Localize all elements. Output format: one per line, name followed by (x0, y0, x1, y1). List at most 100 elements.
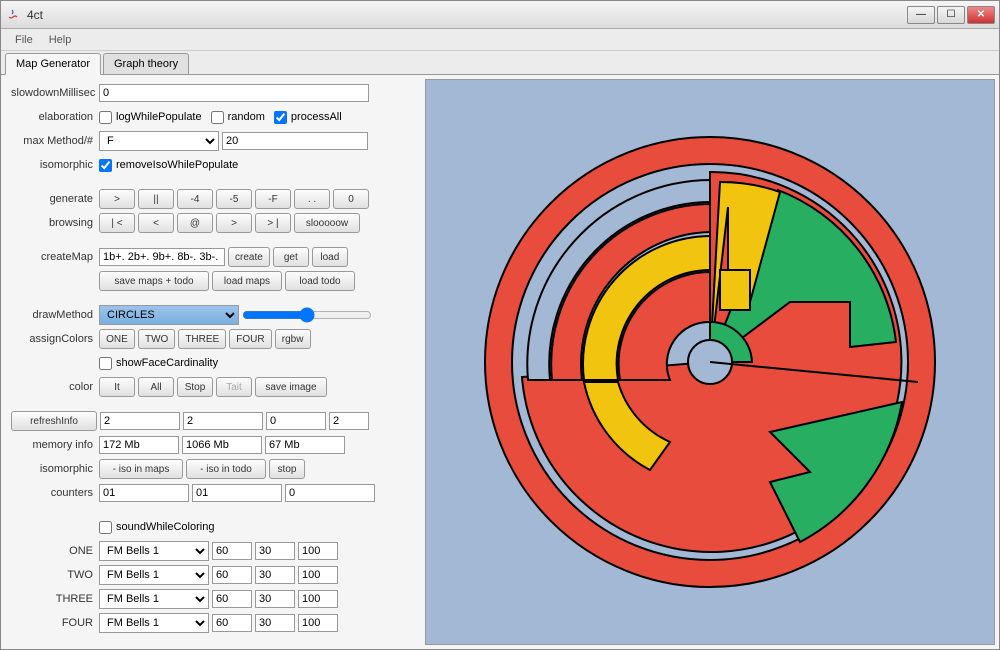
sound-four-v2[interactable] (255, 614, 295, 632)
sound-one-v1[interactable] (212, 542, 252, 560)
java-icon (5, 7, 21, 23)
left-panel: slowdownMillisec elaboration logWhilePop… (1, 75, 421, 649)
cb-random[interactable] (211, 111, 224, 124)
load-button[interactable]: load (312, 247, 348, 267)
cb-processall[interactable] (274, 111, 287, 124)
cb-soundwhile[interactable] (99, 521, 112, 534)
color-three-button[interactable]: THREE (178, 329, 226, 349)
iso-todo-button[interactable]: - iso in todo (186, 459, 266, 479)
color-four-button[interactable]: FOUR (229, 329, 271, 349)
label-counters: counters (11, 487, 99, 499)
browse-at-button[interactable]: @ (177, 213, 213, 233)
sound-four-v3[interactable] (298, 614, 338, 632)
sound-label-three: THREE (11, 593, 99, 605)
gen-m5-button[interactable]: -5 (216, 189, 252, 209)
close-button[interactable]: ✕ (967, 6, 995, 24)
menubar: File Help (1, 29, 999, 51)
color-two-button[interactable]: TWO (138, 329, 175, 349)
tab-strip: Map Generator Graph theory (1, 51, 999, 75)
get-button[interactable]: get (273, 247, 309, 267)
create-button[interactable]: create (228, 247, 270, 267)
iso-maps-button[interactable]: - iso in maps (99, 459, 183, 479)
sound-one-select[interactable]: FM Bells 1 (99, 541, 209, 561)
createmap-input[interactable] (99, 248, 225, 266)
tait-button[interactable]: Tait (216, 377, 252, 397)
label-createmap: createMap (11, 251, 99, 263)
refreshinfo-button[interactable]: refreshInfo (11, 411, 97, 431)
drawmethod-slider[interactable] (242, 307, 372, 323)
sound-three-v2[interactable] (255, 590, 295, 608)
sound-two-select[interactable]: FM Bells 1 (99, 565, 209, 585)
save-image-button[interactable]: save image (255, 377, 327, 397)
mem-3[interactable] (265, 436, 345, 454)
slowdown-input[interactable] (99, 84, 369, 102)
color-one-button[interactable]: ONE (99, 329, 135, 349)
rgbw-button[interactable]: rgbw (275, 329, 311, 349)
it-button[interactable]: It (99, 377, 135, 397)
label-maxmethod: max Method/# (11, 135, 99, 147)
sound-one-v3[interactable] (298, 542, 338, 560)
drawmethod-select[interactable]: CIRCLES (99, 305, 239, 325)
window-title: 4ct (27, 8, 907, 22)
maxmethod-num[interactable] (222, 132, 368, 150)
browse-first-button[interactable]: | < (99, 213, 135, 233)
all-button[interactable]: All (138, 377, 174, 397)
browse-next-button[interactable]: > (216, 213, 252, 233)
gen-dot-button[interactable]: . . (294, 189, 330, 209)
browse-slow-button[interactable]: slooooow (294, 213, 360, 233)
sound-four-select[interactable]: FM Bells 1 (99, 613, 209, 633)
tab-map-generator[interactable]: Map Generator (5, 53, 101, 75)
gen-0-button[interactable]: 0 (333, 189, 369, 209)
label-slowdown: slowdownMillisec (11, 87, 99, 99)
sound-two-v2[interactable] (255, 566, 295, 584)
stop-button[interactable]: Stop (177, 377, 213, 397)
refresh-f1[interactable] (100, 412, 180, 430)
sound-label-four: FOUR (11, 617, 99, 629)
menu-help[interactable]: Help (41, 32, 80, 48)
mem-1[interactable] (99, 436, 179, 454)
browse-prev-button[interactable]: < (138, 213, 174, 233)
save-maps-button[interactable]: save maps + todo (99, 271, 209, 291)
gen-gt-button[interactable]: > (99, 189, 135, 209)
label-generate: generate (11, 193, 99, 205)
sound-label-two: TWO (11, 569, 99, 581)
iso-stop-button[interactable]: stop (269, 459, 305, 479)
load-todo-button[interactable]: load todo (285, 271, 355, 291)
gen-m4-button[interactable]: -4 (177, 189, 213, 209)
maximize-button[interactable]: ☐ (937, 6, 965, 24)
label-browsing: browsing (11, 217, 99, 229)
refresh-f3[interactable] (266, 412, 326, 430)
load-maps-button[interactable]: load maps (212, 271, 282, 291)
sound-three-v3[interactable] (298, 590, 338, 608)
cb-showfacecard[interactable] (99, 357, 112, 370)
tab-graph-theory[interactable]: Graph theory (103, 53, 189, 74)
refresh-f2[interactable] (183, 412, 263, 430)
label-elaboration: elaboration (11, 111, 99, 123)
cb-logwhilepopulate[interactable] (99, 111, 112, 124)
sound-four-v1[interactable] (212, 614, 252, 632)
label-memory: memory info (11, 439, 99, 451)
minimize-button[interactable]: — (907, 6, 935, 24)
sound-two-v3[interactable] (298, 566, 338, 584)
gen-pause-button[interactable]: || (138, 189, 174, 209)
mem-2[interactable] (182, 436, 262, 454)
refresh-f4[interactable] (329, 412, 369, 430)
label-color: color (11, 381, 99, 393)
cnt-1[interactable] (99, 484, 189, 502)
sound-one-v2[interactable] (255, 542, 295, 560)
sound-three-select[interactable]: FM Bells 1 (99, 589, 209, 609)
cnt-2[interactable] (192, 484, 282, 502)
gen-mf-button[interactable]: -F (255, 189, 291, 209)
cb-removeiso[interactable] (99, 159, 112, 172)
label-isomorphic2: isomorphic (11, 463, 99, 475)
cnt-3[interactable] (285, 484, 375, 502)
maxmethod-select[interactable]: F (99, 131, 219, 151)
map-visualization (470, 122, 950, 602)
label-isomorphic: isomorphic (11, 159, 99, 171)
sound-two-v1[interactable] (212, 566, 252, 584)
browse-last-button[interactable]: > | (255, 213, 291, 233)
titlebar: 4ct — ☐ ✕ (1, 1, 999, 29)
menu-file[interactable]: File (7, 32, 41, 48)
sound-three-v1[interactable] (212, 590, 252, 608)
label-assigncolors: assignColors (11, 333, 99, 345)
